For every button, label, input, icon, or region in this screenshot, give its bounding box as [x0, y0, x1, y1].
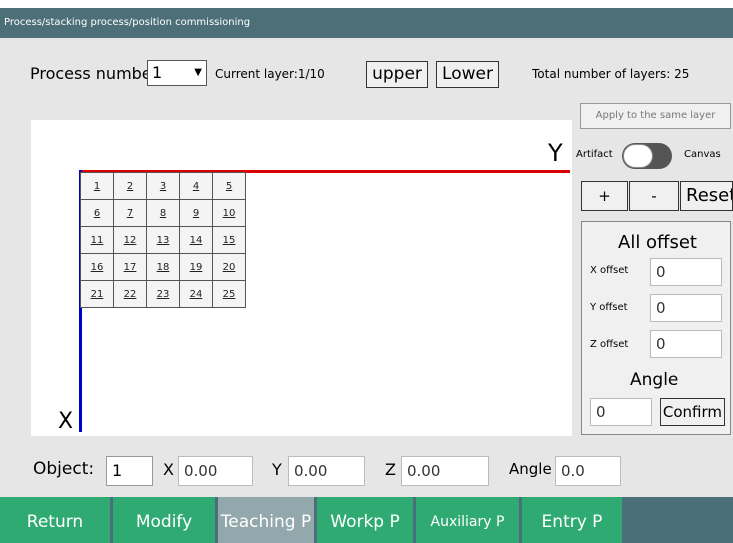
canvas-label: Canvas: [684, 149, 721, 160]
confirm-button[interactable]: Confirm: [660, 398, 725, 426]
nav-return[interactable]: Return: [0, 497, 110, 543]
grid-cell[interactable]: 25: [212, 280, 246, 308]
artifact-canvas-toggle[interactable]: [622, 143, 672, 169]
grid-row: 21 22 23 24 25: [80, 280, 246, 308]
process-number-value: 1: [152, 63, 163, 82]
grid-row: 16 17 18 19 20: [80, 253, 246, 281]
object-x-label: X: [163, 460, 174, 479]
grid-cell[interactable]: 20: [212, 253, 246, 281]
grid-cell[interactable]: 23: [146, 280, 180, 308]
grid-cell[interactable]: 6: [80, 199, 114, 227]
grid-cell[interactable]: 15: [212, 226, 246, 254]
title-bar: Process/stacking process/position commis…: [0, 8, 733, 38]
offset-panel: All offset X offset 0 Y offset 0 Z offse…: [581, 221, 731, 435]
grid-row: 1 2 3 4 5: [80, 172, 246, 200]
nav-entry[interactable]: Entry P: [522, 497, 622, 543]
grid-cell[interactable]: 22: [113, 280, 147, 308]
object-label: Object:: [33, 459, 95, 479]
grid-cell[interactable]: 11: [80, 226, 114, 254]
nav-workp[interactable]: Workp P: [317, 497, 413, 543]
object-y-label: Y: [272, 460, 282, 479]
grid-cell[interactable]: 9: [179, 199, 213, 227]
grid-cell[interactable]: 18: [146, 253, 180, 281]
grid-cell[interactable]: 12: [113, 226, 147, 254]
grid-cell[interactable]: 24: [179, 280, 213, 308]
lower-button[interactable]: Lower: [436, 61, 499, 88]
grid-cell[interactable]: 5: [212, 172, 246, 200]
x-offset-input[interactable]: 0: [650, 258, 722, 286]
process-number-select[interactable]: 1 ▼: [147, 60, 207, 86]
nav-teaching[interactable]: Teaching P: [218, 497, 314, 543]
object-angle-input[interactable]: 0.0: [555, 456, 621, 486]
process-number-label: Process numbe: [30, 64, 152, 83]
grid-cell[interactable]: 19: [179, 253, 213, 281]
grid-cell[interactable]: 16: [80, 253, 114, 281]
x-offset-label: X offset: [590, 265, 629, 276]
grid-cell[interactable]: 1: [80, 172, 114, 200]
reset-button[interactable]: Reset: [680, 181, 733, 211]
object-input[interactable]: 1: [106, 456, 153, 486]
grid-row: 11 12 13 14 15: [80, 226, 246, 254]
angle-title: Angle: [630, 370, 679, 390]
grid-cell[interactable]: 2: [113, 172, 147, 200]
grid-cell[interactable]: 4: [179, 172, 213, 200]
angle-input[interactable]: 0: [590, 398, 652, 426]
position-grid: 1 2 3 4 5 6 7 8 9 10 11 12 13 14 15 16 1…: [80, 172, 246, 308]
y-offset-label: Y offset: [590, 302, 628, 313]
grid-cell[interactable]: 3: [146, 172, 180, 200]
current-layer-text: Current layer:1/10: [215, 67, 325, 81]
grid-cell[interactable]: 8: [146, 199, 180, 227]
grid-row: 6 7 8 9 10: [80, 199, 246, 227]
zoom-in-button[interactable]: +: [581, 181, 628, 211]
toggle-knob: [623, 144, 653, 168]
upper-button[interactable]: upper: [366, 61, 428, 88]
nav-auxiliary[interactable]: Auxiliary P: [416, 497, 519, 543]
object-z-input[interactable]: 0.00: [401, 456, 489, 486]
total-layers-text: Total number of layers: 25: [532, 67, 690, 81]
object-z-label: Z: [385, 460, 396, 479]
z-offset-input[interactable]: 0: [650, 330, 722, 358]
z-offset-label: Z offset: [590, 339, 629, 350]
axis-y-label: Y: [548, 139, 563, 167]
grid-cell[interactable]: 14: [179, 226, 213, 254]
grid-cell[interactable]: 7: [113, 199, 147, 227]
grid-cell[interactable]: 10: [212, 199, 246, 227]
object-angle-label: Angle: [509, 460, 552, 478]
all-offset-title: All offset: [618, 232, 697, 253]
object-x-input[interactable]: 0.00: [178, 456, 253, 486]
app-window: Process/stacking process/position commis…: [0, 0, 733, 543]
nav-modify[interactable]: Modify: [113, 497, 215, 543]
y-offset-input[interactable]: 0: [650, 294, 722, 322]
grid-cell[interactable]: 13: [146, 226, 180, 254]
axis-x-label: X: [58, 409, 74, 434]
apply-same-layer-button[interactable]: Apply to the same layer: [580, 103, 731, 129]
grid-cell[interactable]: 21: [80, 280, 114, 308]
top-strip: [0, 0, 733, 8]
zoom-out-button[interactable]: -: [629, 181, 679, 211]
object-y-input[interactable]: 0.00: [288, 456, 365, 486]
artifact-label: Artifact: [576, 149, 613, 160]
grid-cell[interactable]: 17: [113, 253, 147, 281]
chevron-down-icon[interactable]: ▼: [194, 61, 202, 85]
